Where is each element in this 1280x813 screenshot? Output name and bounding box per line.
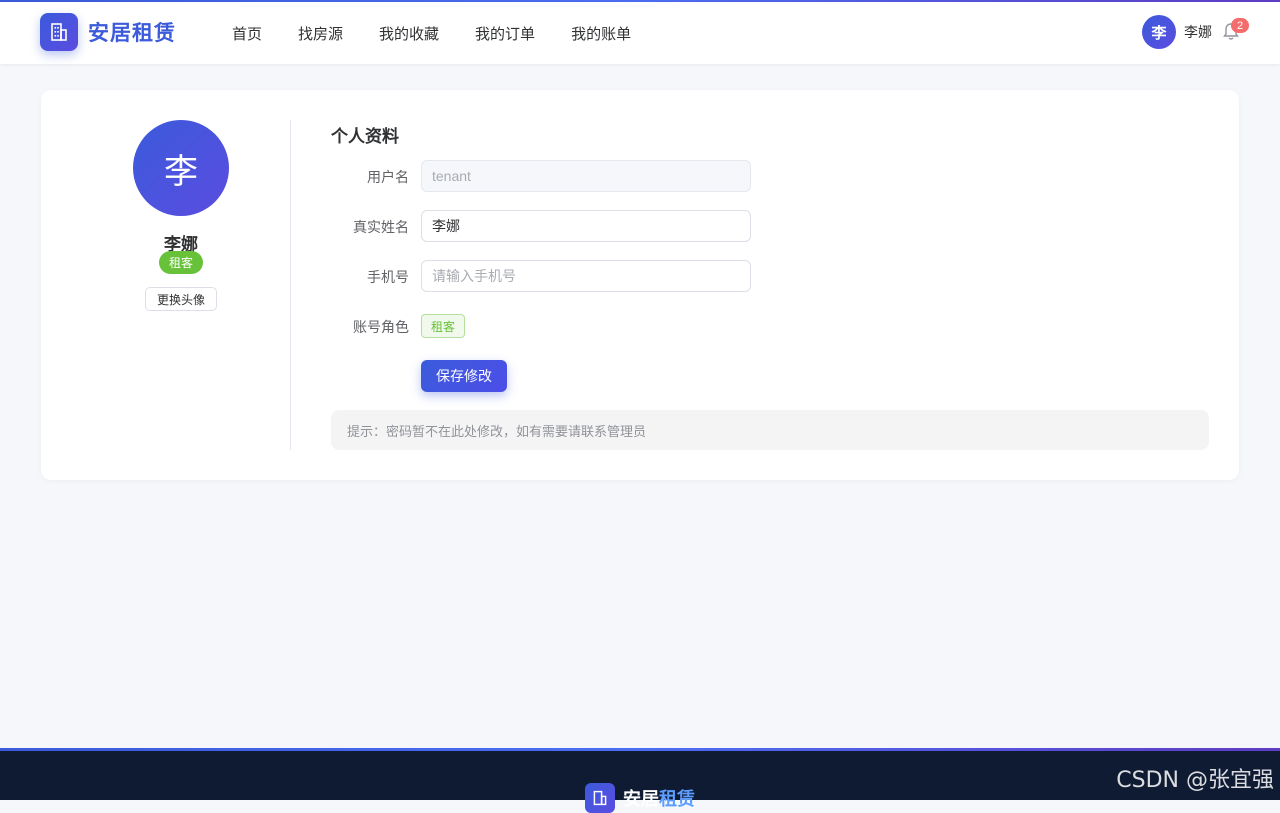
change-avatar-button[interactable]: 更换头像 [145, 287, 217, 311]
user-menu[interactable]: 李 李娜 2 [1142, 15, 1249, 49]
footer-logo-part2: 租赁 [659, 789, 695, 809]
building-icon [40, 13, 78, 51]
nav-find-house[interactable]: 找房源 [298, 23, 343, 44]
role-badge: 租客 [159, 251, 203, 274]
divider [290, 120, 291, 450]
form-title: 个人资料 [331, 127, 399, 146]
phone-field[interactable]: 请输入手机号 [421, 260, 751, 292]
watermark: CSDN @张宜强 [1116, 768, 1274, 793]
role-label: 账号角色 [353, 319, 409, 335]
footer-accent-line [0, 748, 1280, 751]
main-nav: 首页 找房源 我的收藏 我的订单 我的账单 [232, 2, 667, 64]
realname-label: 真实姓名 [353, 219, 409, 235]
user-name[interactable]: 李娜 [1184, 22, 1212, 42]
profile-avatar: 李 [133, 120, 229, 216]
profile-card: 李 李娜 租客 更换头像 个人资料 用户名 tenant 真实姓名 李娜 手机号… [41, 90, 1239, 480]
footer-logo-part1: 安居 [623, 789, 659, 809]
profile-summary: 李 李娜 租客 更换头像 [41, 90, 291, 480]
top-navbar: 安居租赁 首页 找房源 我的收藏 我的订单 我的账单 李 李娜 2 [0, 2, 1280, 64]
avatar[interactable]: 李 [1142, 15, 1176, 49]
username-field: tenant [421, 160, 751, 192]
footer-logo-text: 安居租赁 [623, 785, 695, 811]
notification-badge: 2 [1231, 18, 1249, 33]
nav-orders[interactable]: 我的订单 [475, 23, 535, 44]
nav-bills[interactable]: 我的账单 [571, 23, 631, 44]
footer: 安居租赁 [0, 748, 1280, 813]
logo-text: 安居租赁 [88, 22, 176, 45]
realname-field[interactable]: 李娜 [421, 210, 751, 242]
logo[interactable]: 安居租赁 [40, 13, 176, 51]
building-icon [585, 783, 615, 813]
role-tag: 租客 [421, 314, 465, 338]
nav-home[interactable]: 首页 [232, 23, 262, 44]
username-label: 用户名 [367, 169, 409, 185]
nav-favorites[interactable]: 我的收藏 [379, 23, 439, 44]
password-tip: 提示：密码暂不在此处修改，如有需要请联系管理员 [331, 410, 1209, 450]
phone-label: 手机号 [367, 269, 409, 285]
footer-logo: 安居租赁 [585, 783, 695, 813]
bell-icon[interactable]: 2 [1222, 18, 1249, 42]
save-button[interactable]: 保存修改 [421, 360, 507, 392]
